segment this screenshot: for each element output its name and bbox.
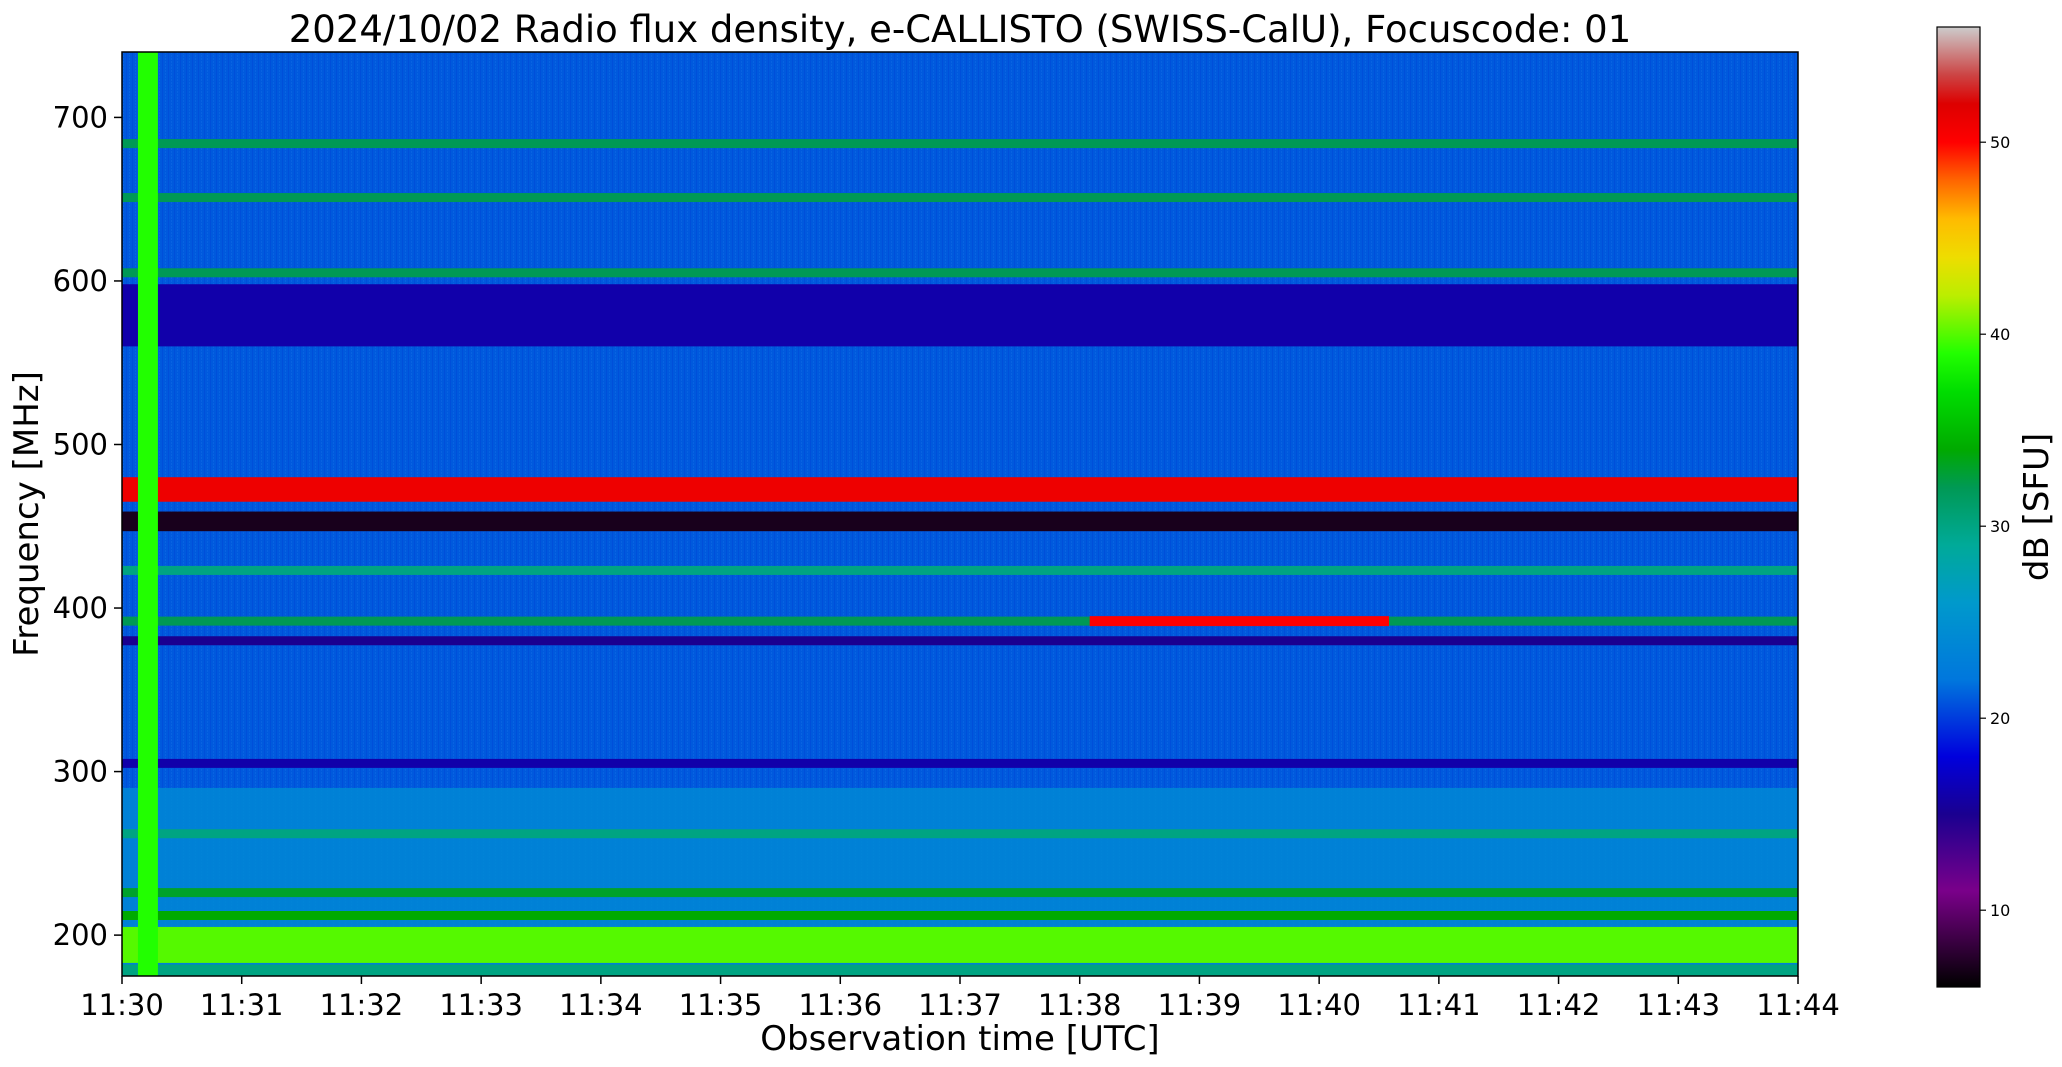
vertical-stripe-16 (137, 52, 158, 976)
x-tick-label: 11:43 (1636, 988, 1720, 1022)
colorbar-tick-label: 30 (1990, 517, 2010, 536)
chart-title: 2024/10/02 Radio flux density, e-CALLIST… (289, 8, 1632, 51)
spectrogram-band-6 (122, 565, 1798, 575)
spectrogram-band-3 (122, 284, 1798, 347)
x-tick-label: 11:37 (918, 988, 1002, 1022)
y-tick-label: 200 (53, 918, 108, 952)
spectrogram-band-4 (122, 477, 1798, 502)
x-tick-label: 11:42 (1517, 988, 1601, 1022)
x-tick-label: 11:39 (1158, 988, 1242, 1022)
spectrogram-band-5 (122, 511, 1798, 532)
spectrogram-band-9 (122, 758, 1798, 768)
x-axis-label: Observation time [UTC] (760, 1019, 1159, 1059)
spectrogram-band-12 (122, 910, 1798, 920)
x-axis: 11:30 11:31 11:32 11:33 11:34 11:35 11:36 11:37… (80, 976, 1840, 1022)
x-tick-label: 11:32 (320, 988, 404, 1022)
y-axis-label: Frequency [MHz] (7, 371, 47, 657)
y-tick-label: 500 (53, 427, 108, 461)
spectrogram-band-11 (122, 888, 1798, 898)
spectrogram-band-8 (122, 636, 1798, 646)
plot-area (122, 52, 1798, 976)
x-tick-label: 11:38 (1038, 988, 1122, 1022)
spectrogram-band-14 (122, 964, 1798, 976)
spectrogram-band-10 (122, 829, 1798, 839)
x-tick-label: 11:36 (798, 988, 882, 1022)
spectrogram-band-13 (122, 926, 1798, 963)
y-tick-label: 600 (53, 264, 108, 298)
x-tick-label: 11:35 (679, 988, 763, 1022)
colorbar-tick-label: 40 (1990, 325, 2010, 344)
y-tick-label: 400 (53, 591, 108, 625)
colorbar: 10 20 30 40 50 dB [SFU] (1936, 26, 2057, 988)
y-axis: 200 300 400 500 600 700 (53, 100, 122, 952)
colorbar-tick-label: 20 (1990, 709, 2010, 728)
x-tick-label: 11:34 (559, 988, 643, 1022)
x-tick-label: 11:40 (1277, 988, 1361, 1022)
colorbar-tick-label: 10 (1990, 901, 2010, 920)
colorbar-ticks: 10 20 30 40 50 (1980, 133, 2010, 920)
spectrogram-band-1 (122, 193, 1798, 203)
spectrogram-band-7 (122, 616, 1798, 626)
x-tick-label: 11:33 (439, 988, 523, 1022)
colorbar-tick-label: 50 (1990, 133, 2010, 152)
y-tick-label: 300 (53, 755, 108, 789)
spectrogram-band-2 (122, 268, 1798, 278)
colorbar-gradient (1936, 26, 1981, 988)
y-tick-label: 700 (53, 100, 108, 134)
spectrogram-chart: 2024/10/02 Radio flux density, e-CALLIST… (7, 8, 2057, 1059)
spectrogram-band-0 (122, 139, 1798, 149)
x-tick-label: 11:41 (1397, 988, 1481, 1022)
colorbar-label: dB [SFU] (2017, 433, 2057, 581)
burst-segment-15 (1089, 616, 1389, 627)
x-tick-label: 11:30 (80, 988, 164, 1022)
x-tick-label: 11:44 (1756, 988, 1840, 1022)
x-tick-label: 11:31 (200, 988, 284, 1022)
